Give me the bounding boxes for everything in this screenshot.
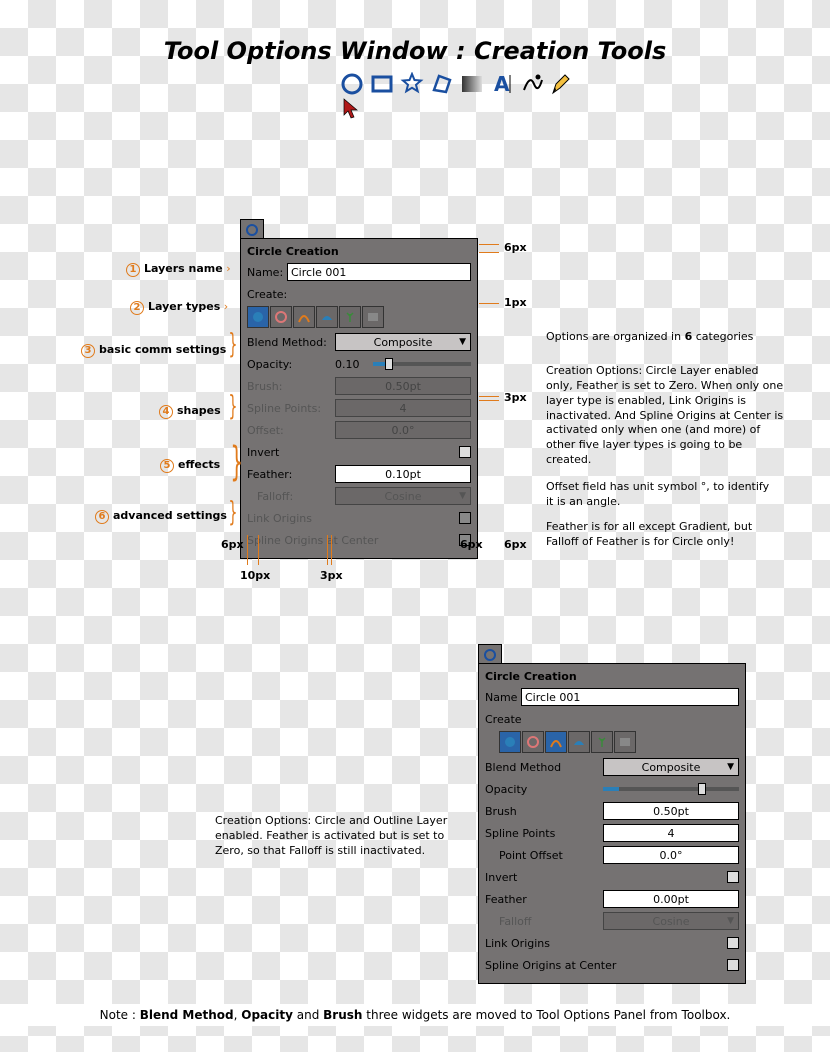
spline-input: 4 (335, 399, 471, 417)
offset-label: Offset: (247, 424, 335, 437)
invert-checkbox[interactable] (459, 446, 471, 458)
panel2-header: Circle Creation (485, 670, 739, 683)
dim-6px-br: 6px (460, 538, 483, 551)
p2-invert-checkbox[interactable] (727, 871, 739, 883)
p2-opacity-label: Opacity (485, 783, 603, 796)
circle-tool-icon (340, 72, 364, 100)
layer-type-region[interactable] (270, 306, 292, 328)
tool-icon-row: A (340, 72, 574, 100)
rtext-feather: Feather is for all except Gradient, but … (546, 520, 786, 550)
p2-feather-input[interactable]: 0.00pt (603, 890, 739, 908)
link-origins-label: Link Origins (247, 512, 312, 525)
p2-layer-gradient[interactable] (614, 731, 636, 753)
opacity-slider[interactable]: 0.10 (335, 355, 471, 373)
p2-offset-input[interactable]: 0.0° (603, 846, 739, 864)
star-tool-icon (400, 72, 424, 100)
name-label: Name: (247, 266, 287, 279)
svg-text:A: A (494, 72, 510, 96)
feather-label: Feather: (247, 468, 335, 481)
p2-name-input[interactable] (521, 688, 739, 706)
layer-type-outline[interactable] (293, 306, 315, 328)
rectangle-tool-icon (370, 72, 394, 100)
p2-link-checkbox[interactable] (727, 937, 739, 949)
rtext-circle-only: Creation Options: Circle Layer enabled o… (546, 364, 788, 468)
panel2: Circle Creation Name Create Blend Method… (478, 663, 746, 984)
ann-6: 6advanced settings (95, 509, 227, 524)
rtext-panel2: Creation Options: Circle and Outline Lay… (215, 814, 453, 859)
p2-blend-label: Blend Method (485, 761, 603, 774)
link-origins-checkbox (459, 512, 471, 524)
spline-tool-icon (520, 72, 544, 100)
rtext-categories: Options are organized in 6 categories (546, 330, 776, 345)
feather-input[interactable]: 0.10pt (335, 465, 471, 483)
polygon-tool-icon (430, 72, 454, 100)
ann-5: 5effects (160, 458, 220, 473)
blend-label: Blend Method: (247, 336, 335, 349)
p2-link-label: Link Origins (485, 937, 550, 950)
p2-name-label: Name (485, 691, 521, 704)
p2-center-checkbox[interactable] (727, 959, 739, 971)
p2-opacity-slider[interactable] (603, 780, 739, 798)
gradient-tool-icon (460, 72, 484, 100)
offset-input: 0.0° (335, 421, 471, 439)
layer-type-circle[interactable] (247, 306, 269, 328)
p2-spline-label: Spline Points (485, 827, 603, 840)
dim-1px: 1px (504, 296, 527, 309)
p2-feather-label: Feather (485, 893, 603, 906)
p2-layer-circle[interactable] (499, 731, 521, 753)
p2-brush-label: Brush (485, 805, 603, 818)
falloff-label: Falloff: (247, 490, 335, 503)
spline-label: Spline Points: (247, 402, 335, 415)
p2-layer-outline[interactable] (545, 731, 567, 753)
brush-input: 0.50pt (335, 377, 471, 395)
p2-offset-label: Point Offset (485, 849, 603, 862)
ann-1: 1Layers name › (126, 262, 231, 277)
rtext-offset: Offset field has unit symbol °, to ident… (546, 480, 778, 510)
spline-center-label: Spline Origins at Center (247, 534, 378, 547)
p2-center-label: Spline Origins at Center (485, 959, 616, 972)
panel2-tab[interactable] (478, 644, 502, 664)
dim-6px-r: 6px (504, 538, 527, 551)
cursor-icon (342, 98, 362, 124)
footer-note: Note : Blend Method, Opacity and Brush t… (0, 1004, 830, 1026)
dim-3px-b: 3px (320, 569, 343, 582)
p2-layer-region[interactable] (522, 731, 544, 753)
p2-spline-input[interactable]: 4 (603, 824, 739, 842)
p2-invert-label: Invert (485, 871, 517, 884)
p2-falloff-label: Falloff (485, 915, 603, 928)
layer-type-advanced-outline[interactable] (316, 306, 338, 328)
dim-3px: 3px (504, 391, 527, 404)
page-title: Tool Options Window : Creation Tools (0, 37, 830, 65)
opacity-label: Opacity: (247, 358, 335, 371)
draw-tool-icon (550, 72, 574, 100)
blend-select[interactable]: Composite (335, 333, 471, 351)
falloff-select: Cosine (335, 487, 471, 505)
name-input[interactable] (287, 263, 471, 281)
ann-3: 3basic comm settings (81, 343, 226, 358)
p2-layer-adv-outline[interactable] (568, 731, 590, 753)
invert-label: Invert (247, 446, 279, 459)
text-tool-icon: A (490, 72, 514, 100)
p2-create-label: Create (485, 713, 522, 726)
create-label: Create: (247, 288, 287, 301)
ann-4: 4shapes (159, 404, 221, 419)
p2-brush-input[interactable]: 0.50pt (603, 802, 739, 820)
dim-10px: 10px (240, 569, 270, 582)
p2-layer-plant[interactable] (591, 731, 613, 753)
p2-blend-select[interactable]: Composite (603, 758, 739, 776)
layer-type-curve-gradient[interactable] (362, 306, 384, 328)
dim-6px-top: 6px (504, 241, 527, 254)
panel1: Circle Creation Name: Create: Blend Meth… (240, 238, 478, 559)
panel1-tab[interactable] (240, 219, 264, 239)
p2-layer-type-icons (499, 731, 739, 753)
brush-label: Brush: (247, 380, 335, 393)
p2-falloff-select: Cosine (603, 912, 739, 930)
ann-2: 2Layer types › (130, 300, 228, 315)
dim-6px-bl: 6px (221, 538, 244, 551)
panel1-header: Circle Creation (247, 245, 471, 258)
layer-type-icons (247, 306, 471, 328)
layer-type-plant[interactable] (339, 306, 361, 328)
